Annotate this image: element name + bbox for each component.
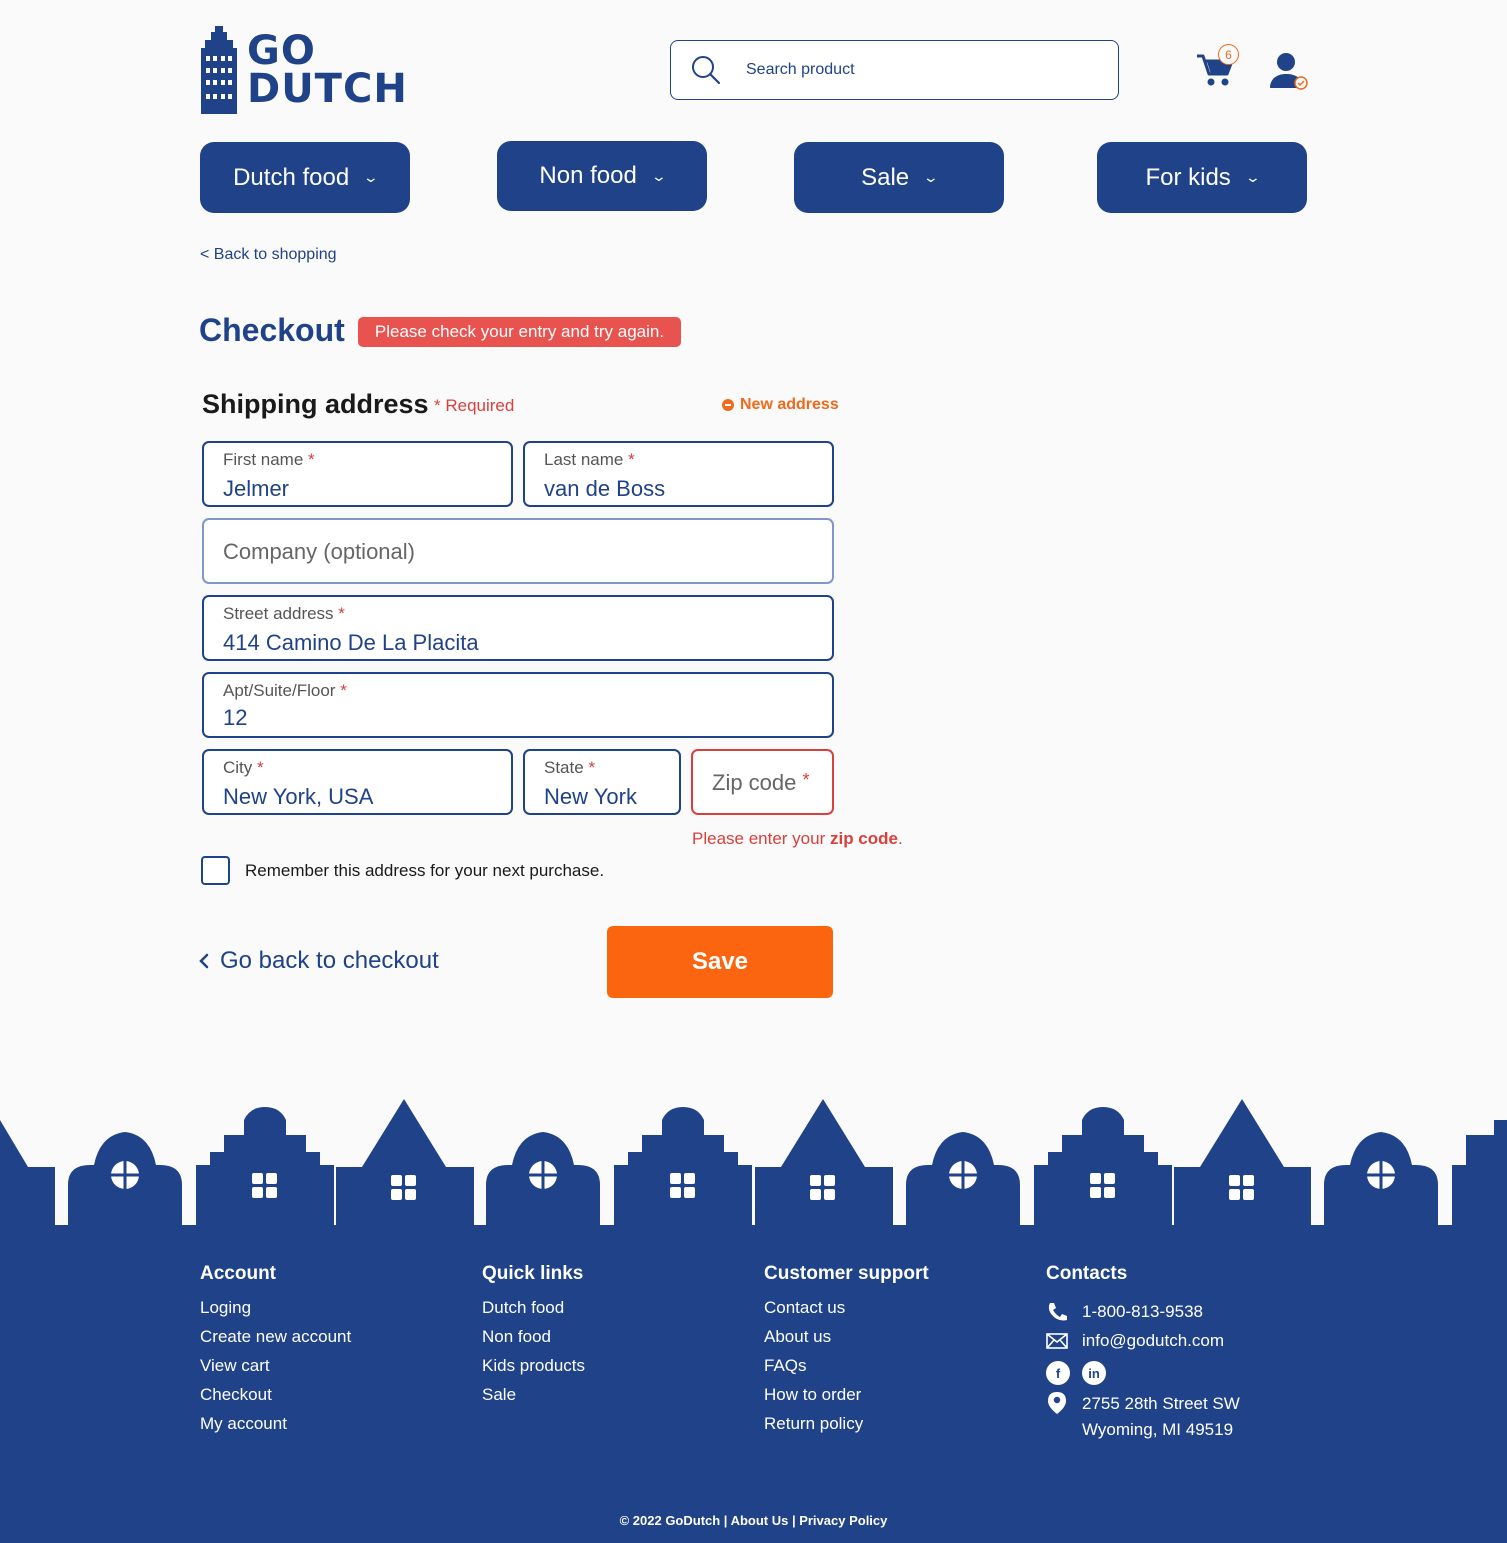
footer-link[interactable]: FAQs — [764, 1355, 929, 1384]
footer-link[interactable]: Non food — [482, 1326, 585, 1355]
footer-link[interactable]: Dutch food — [482, 1297, 585, 1326]
canal-houses-skyline — [0, 1099, 1507, 1235]
footer-link[interactable]: My account — [200, 1413, 351, 1442]
city-value: New York, USA — [223, 784, 374, 809]
phone-number: 1-800-813-9538 — [1082, 1301, 1203, 1321]
remember-address-checkbox[interactable] — [201, 856, 230, 885]
nav-dutch-food[interactable]: Dutch food ⌄ — [200, 142, 410, 213]
location-pin-icon — [1048, 1392, 1066, 1414]
address-line-2: Wyoming, MI 49519 — [1082, 1420, 1234, 1439]
nav-label: For kids — [1145, 163, 1231, 191]
user-account-icon[interactable] — [1268, 52, 1310, 92]
cart-count-badge: 6 — [1218, 44, 1239, 65]
chevron-left-icon — [199, 953, 209, 969]
footer-support-column: Customer support Contact us About us FAQ… — [764, 1263, 929, 1442]
state-value: New York — [544, 784, 637, 809]
email-address: info@godutch.com — [1082, 1330, 1225, 1350]
minus-circle-icon — [722, 399, 734, 411]
go-back-to-checkout-link[interactable]: Go back to checkout — [198, 947, 439, 975]
linkedin-icon[interactable]: in — [1082, 1361, 1106, 1385]
footer: Account Loging Create new account View c… — [0, 1229, 1507, 1543]
footer-account-column: Account Loging Create new account View c… — [200, 1263, 351, 1442]
footer-heading: Quick links — [482, 1263, 584, 1284]
chevron-down-icon: ⌄ — [1244, 169, 1261, 185]
shipping-address-heading: Shipping address — [202, 389, 429, 419]
footer-link[interactable]: About us — [764, 1326, 929, 1355]
state-label: State * — [544, 758, 596, 777]
page-title: Checkout — [199, 312, 345, 348]
city-label: City * — [223, 758, 264, 777]
required-note: * Required — [434, 396, 515, 415]
new-address-label: New address — [740, 396, 839, 413]
footer-link[interactable]: Return policy — [764, 1413, 929, 1442]
city-field[interactable]: City * New York, USA — [202, 749, 513, 815]
save-button[interactable]: Save — [607, 926, 833, 998]
contact-phone[interactable]: 1-800-813-9538 — [1046, 1297, 1240, 1326]
nav-non-food[interactable]: Non food ⌄ — [497, 141, 707, 211]
footer-link[interactable]: Kids products — [482, 1355, 585, 1384]
facebook-icon[interactable]: f — [1046, 1361, 1070, 1385]
street-address-field[interactable]: Street address * 414 Camino De La Placit… — [202, 595, 834, 661]
footer-link[interactable]: Create new account — [200, 1326, 351, 1355]
go-dutch-logo[interactable]: GO DUTCH — [199, 26, 407, 116]
footer-contacts-column: Contacts 1-800-813-9538 info@godutch.com… — [1046, 1263, 1240, 1443]
search-icon — [692, 56, 721, 85]
social-links: f in — [1046, 1355, 1240, 1391]
footer-link[interactable]: Checkout — [200, 1384, 351, 1413]
street-address-value: 414 Camino De La Placita — [223, 630, 479, 655]
state-field[interactable]: State * New York — [523, 749, 681, 815]
first-name-field[interactable]: First name * Jelmer — [202, 441, 513, 507]
phone-icon — [1048, 1302, 1067, 1320]
last-name-value: van de Boss — [544, 476, 666, 501]
apt-label: Apt/Suite/Floor * — [223, 681, 347, 700]
new-address-button[interactable]: New address — [722, 396, 839, 414]
contact-address: 2755 28th Street SW Wyoming, MI 49519 — [1046, 1391, 1240, 1443]
first-name-value: Jelmer — [223, 476, 290, 501]
company-field[interactable]: Company (optional) — [202, 518, 834, 584]
go-back-label: Go back to checkout — [220, 947, 439, 974]
footer-link[interactable]: Sale — [482, 1384, 585, 1413]
chevron-down-icon: ⌄ — [362, 169, 380, 185]
error-message: Please check your entry and try again. — [358, 317, 681, 347]
mail-icon — [1046, 1332, 1068, 1349]
zip-code-placeholder: Zip code * — [712, 770, 810, 795]
first-name-label: First name * — [223, 450, 315, 469]
last-name-field[interactable]: Last name * van de Boss — [523, 441, 834, 507]
nav-label: Sale — [861, 163, 910, 191]
nav-label: Non food — [539, 162, 637, 189]
apt-value: 12 — [223, 705, 248, 730]
copyright: © 2022 GoDutch | About Us | Privacy Poli… — [619, 1513, 888, 1528]
company-placeholder: Company (optional) — [223, 539, 415, 564]
chevron-down-icon: ⌄ — [650, 167, 667, 184]
footer-link[interactable]: How to order — [764, 1384, 929, 1413]
search-input[interactable]: Search product — [670, 40, 1119, 100]
footer-quick-links-column: Quick links Dutch food Non food Kids pro… — [482, 1263, 585, 1413]
footer-heading: Account — [200, 1263, 276, 1284]
footer-heading: Contacts — [1046, 1263, 1128, 1284]
nav-sale[interactable]: Sale ⌄ — [794, 142, 1004, 213]
nav-for-kids[interactable]: For kids ⌄ — [1097, 142, 1307, 213]
search-placeholder: Search product — [746, 61, 855, 78]
logo-wordmark: GO DUTCH — [247, 28, 408, 112]
footer-link[interactable]: Loging — [200, 1297, 351, 1326]
canal-house-icon — [201, 26, 237, 114]
nav-label: Dutch food — [233, 163, 350, 191]
remember-address-label: Remember this address for your next purc… — [245, 861, 605, 880]
back-to-shopping-link[interactable]: < Back to shopping — [200, 246, 337, 264]
address-line-1: 2755 28th Street SW — [1082, 1394, 1240, 1413]
last-name-label: Last name * — [544, 450, 635, 469]
apt-suite-floor-field[interactable]: Apt/Suite/Floor * 12 — [202, 672, 834, 738]
zip-code-error: Please enter your zip code. — [692, 829, 903, 848]
chevron-down-icon: ⌄ — [922, 169, 940, 185]
contact-email[interactable]: info@godutch.com — [1046, 1326, 1240, 1355]
zip-code-field[interactable]: Zip code * — [691, 749, 834, 815]
footer-heading: Customer support — [764, 1263, 929, 1284]
footer-link[interactable]: View cart — [200, 1355, 351, 1384]
footer-link[interactable]: Contact us — [764, 1297, 929, 1326]
street-address-label: Street address * — [223, 604, 345, 623]
